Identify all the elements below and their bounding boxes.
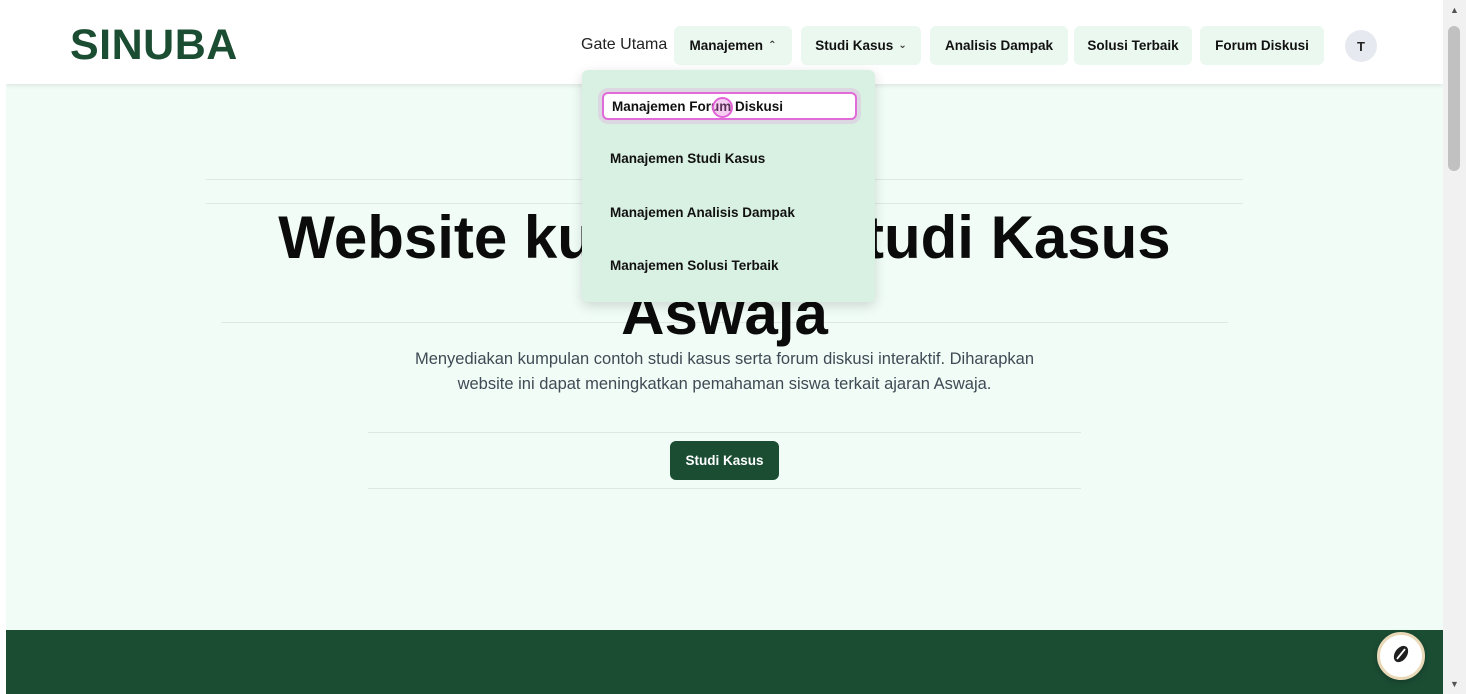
chevron-up-icon: ⌃ xyxy=(768,40,777,51)
dropdown-item-manajemen-solusi-terbaik[interactable]: Manajemen Solusi Terbaik xyxy=(602,251,857,279)
footer-band xyxy=(6,630,1443,694)
hero-subtitle-line-2: website ini dapat meningkatkan pemahaman… xyxy=(457,375,992,393)
nav-manajemen-label: Manajemen xyxy=(689,38,764,53)
nav-solusi-terbaik-button[interactable]: Solusi Terbaik xyxy=(1074,26,1192,65)
chevron-down-icon: ⌄ xyxy=(898,40,907,51)
nav-manajemen-button[interactable]: Manajemen ⌃ xyxy=(674,26,792,65)
studi-kasus-cta-button[interactable]: Studi Kasus xyxy=(670,441,779,480)
cursor-indicator xyxy=(712,97,733,118)
scrollbar[interactable]: ▲ ▼ xyxy=(1443,0,1466,694)
floating-action-button[interactable] xyxy=(1377,632,1425,680)
dropdown-item-manajemen-studi-kasus[interactable]: Manajemen Studi Kasus xyxy=(602,144,857,172)
coffee-bean-icon xyxy=(1389,642,1413,671)
hero-subtitle-line-1: Menyediakan kumpulan contoh studi kasus … xyxy=(414,350,1035,368)
nav-forum-diskusi-button[interactable]: Forum Diskusi xyxy=(1200,26,1324,65)
nav-forum-label: Forum Diskusi xyxy=(1215,38,1309,53)
hero-subtitle: Menyediakan kumpulan contoh studi kasus … xyxy=(6,347,1443,397)
nav-studi-kasus-label: Studi Kasus xyxy=(815,38,894,53)
scrollbar-thumb[interactable] xyxy=(1448,26,1460,171)
nav-gate-utama[interactable]: Gate Utama xyxy=(581,36,667,54)
dropdown-item-manajemen-analisis-dampak[interactable]: Manajemen Analisis Dampak xyxy=(602,198,857,226)
scroll-down-arrow-icon[interactable]: ▼ xyxy=(1443,676,1466,692)
logo[interactable]: SINUBA xyxy=(70,21,238,70)
avatar[interactable]: T xyxy=(1345,30,1377,62)
nav-solusi-label: Solusi Terbaik xyxy=(1087,38,1179,53)
scroll-up-arrow-icon[interactable]: ▲ xyxy=(1443,2,1466,18)
nav-studi-kasus-button[interactable]: Studi Kasus ⌄ xyxy=(801,26,921,65)
divider xyxy=(368,432,1081,433)
nav-analisis-label: Analisis Dampak xyxy=(944,38,1054,53)
nav-analisis-dampak-button[interactable]: Analisis Dampak xyxy=(930,26,1068,65)
divider xyxy=(368,488,1081,489)
